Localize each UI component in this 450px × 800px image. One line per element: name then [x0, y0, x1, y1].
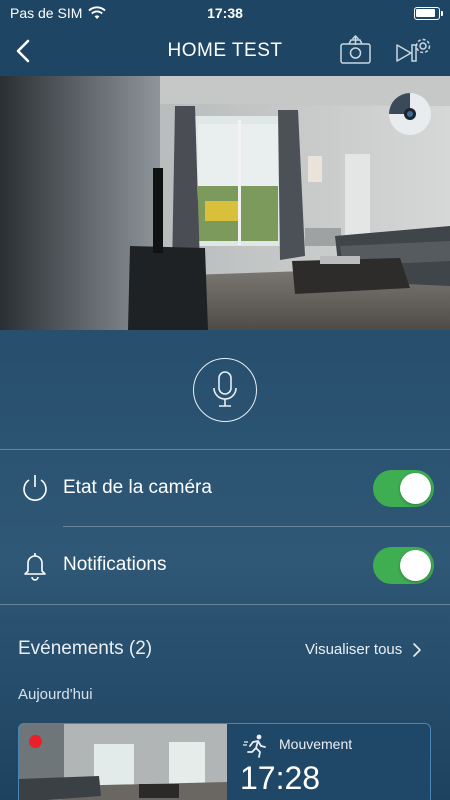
- toggle-knob: [400, 473, 431, 504]
- power-icon: [23, 475, 47, 501]
- see-all-label: Visualiser tous: [305, 641, 403, 658]
- camera-live-view[interactable]: [0, 76, 450, 330]
- video-settings-icon: [396, 38, 431, 62]
- wifi-icon: [88, 6, 107, 19]
- event-time: 17:28: [240, 760, 321, 796]
- camera-state-toggle[interactable]: [373, 470, 434, 507]
- unread-dot: [29, 735, 42, 748]
- bell-icon: [24, 553, 46, 581]
- video-settings-button[interactable]: [394, 35, 434, 67]
- notifications-row: Notifications: [0, 527, 450, 603]
- lens-privacy-icon[interactable]: [388, 92, 432, 136]
- audio-section: [0, 330, 450, 450]
- camera-state-row: Etat de la caméra: [0, 450, 450, 526]
- camera-state-label: Etat de la caméra: [63, 477, 212, 498]
- nav-bar: HOME TEST: [0, 26, 450, 76]
- status-bar: Pas de SIM 17:38: [0, 0, 450, 26]
- chevron-right-icon: [413, 642, 422, 657]
- events-title: Evénements (2): [18, 638, 153, 659]
- divider: [0, 604, 450, 605]
- running-person-icon: [243, 734, 266, 758]
- page-title: HOME TEST: [167, 40, 283, 61]
- event-type-label: Mouvement: [279, 736, 353, 752]
- carrier-label: Pas de SIM: [10, 5, 83, 21]
- event-thumbnail: [19, 724, 227, 800]
- event-thumbnail-scene: [19, 724, 227, 800]
- notifications-toggle[interactable]: [373, 547, 434, 584]
- day-label: Aujourd'hui: [18, 686, 93, 703]
- battery-icon: [414, 6, 443, 20]
- status-left: Pas de SIM: [10, 5, 107, 21]
- see-all-events-link[interactable]: Visualiser tous: [305, 641, 422, 658]
- room-scene: [0, 76, 450, 330]
- notifications-label: Notifications: [63, 554, 167, 575]
- microphone-button[interactable]: [193, 358, 257, 422]
- toggle-knob: [400, 550, 431, 581]
- snapshot-button[interactable]: [338, 34, 374, 67]
- camera-snapshot-icon: [340, 34, 371, 64]
- event-card[interactable]: Mouvement 17:28: [18, 723, 431, 800]
- microphone-icon: [213, 371, 237, 407]
